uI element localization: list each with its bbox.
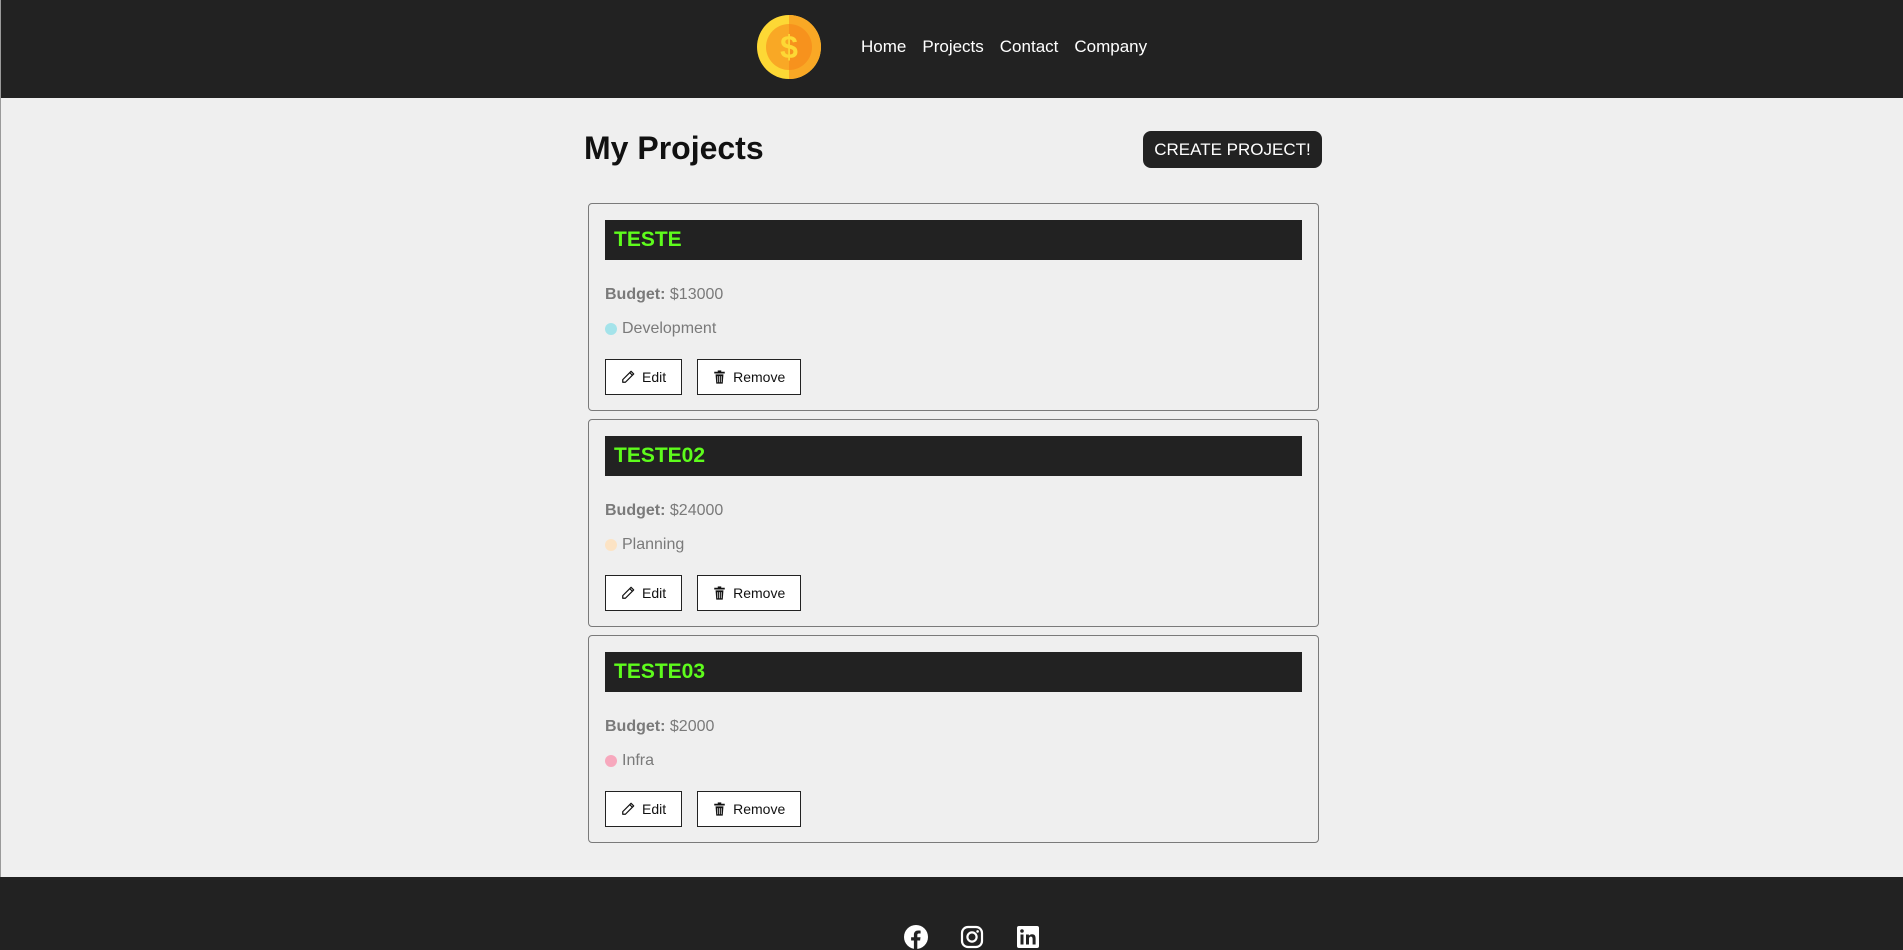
edit-button[interactable]: Edit	[605, 575, 683, 611]
project-actions: Edit Remove	[605, 575, 816, 611]
budget-value: $2000	[669, 718, 715, 735]
budget-value: $13000	[669, 286, 724, 303]
edit-button[interactable]: Edit	[605, 791, 683, 827]
budget-value: $24000	[669, 502, 724, 519]
category-dot-icon	[605, 755, 617, 767]
project-category: Development	[605, 320, 716, 338]
category-dot-icon	[605, 539, 617, 551]
project-card: TESTE03 Budget: $2000 Infra Edit Remove	[588, 635, 1319, 843]
category-label: Development	[622, 320, 717, 337]
remove-button[interactable]: Remove	[697, 791, 802, 827]
project-actions: Edit Remove	[605, 359, 816, 395]
remove-button[interactable]: Remove	[697, 575, 802, 611]
edit-label: Edit	[642, 369, 667, 385]
project-category: Infra	[605, 752, 654, 770]
footer	[0, 877, 1903, 950]
edit-button[interactable]: Edit	[605, 359, 683, 395]
nav-projects-link[interactable]: Projects	[922, 37, 983, 57]
project-card: TESTE02 Budget: $24000 Planning Edit Rem…	[588, 419, 1319, 627]
category-label: Infra	[622, 752, 655, 769]
create-project-button[interactable]: CREATE PROJECT!	[1143, 131, 1322, 168]
trash-icon	[714, 370, 725, 384]
budget-label: Budget:	[605, 286, 666, 303]
linkedin-icon[interactable]	[1016, 925, 1040, 949]
project-budget: Budget: $13000	[605, 286, 723, 304]
project-card: TESTE Budget: $13000 Development Edit Re…	[588, 203, 1319, 411]
svg-text:$: $	[780, 29, 798, 65]
budget-label: Budget:	[605, 718, 666, 735]
facebook-icon[interactable]	[904, 925, 928, 949]
main-nav: Home Projects Contact Company	[861, 37, 1163, 57]
budget-label: Budget:	[605, 502, 666, 519]
project-title: TESTE	[605, 220, 1302, 260]
edit-label: Edit	[642, 585, 667, 601]
page-title: My Projects	[584, 130, 764, 166]
category-label: Planning	[622, 536, 685, 553]
dollar-coin-icon[interactable]: $	[756, 14, 822, 80]
pencil-icon	[622, 802, 635, 815]
remove-button[interactable]: Remove	[697, 359, 802, 395]
edit-label: Edit	[642, 801, 667, 817]
category-dot-icon	[605, 323, 617, 335]
projects-page: My Projects CREATE PROJECT! TESTE Budget…	[0, 98, 1903, 878]
trash-icon	[714, 802, 725, 816]
remove-label: Remove	[733, 585, 786, 601]
remove-label: Remove	[733, 369, 786, 385]
project-category: Planning	[605, 536, 684, 554]
project-budget: Budget: $24000	[605, 502, 723, 520]
nav-home-link[interactable]: Home	[861, 37, 906, 57]
pencil-icon	[622, 370, 635, 383]
project-title: TESTE02	[605, 436, 1302, 476]
project-budget: Budget: $2000	[605, 718, 714, 736]
remove-label: Remove	[733, 801, 786, 817]
nav-contact-link[interactable]: Contact	[1000, 37, 1059, 57]
project-title: TESTE03	[605, 652, 1302, 692]
nav-company-link[interactable]: Company	[1074, 37, 1147, 57]
pencil-icon	[622, 586, 635, 599]
trash-icon	[714, 586, 725, 600]
project-actions: Edit Remove	[605, 791, 816, 827]
instagram-icon[interactable]	[960, 925, 984, 949]
navbar: $ Home Projects Contact Company	[0, 0, 1903, 98]
